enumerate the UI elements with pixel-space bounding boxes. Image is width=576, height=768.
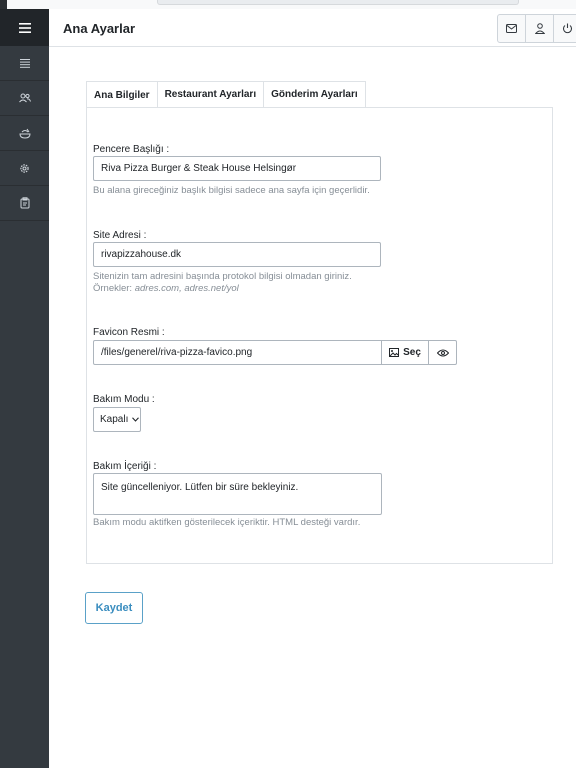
maintenance-content-textarea[interactable]: Site güncelleniyor. Lütfen bir süre bekl… — [93, 473, 382, 515]
header-actions — [497, 14, 576, 43]
sidebar-toggle[interactable] — [0, 9, 49, 46]
address-bar-edge — [157, 0, 519, 5]
site-address-label: Site Adresi : — [93, 230, 147, 241]
profile-button[interactable] — [526, 15, 554, 42]
messages-button[interactable] — [498, 15, 526, 42]
examples-prefix: Örnekler: — [93, 283, 133, 294]
sidebar-item-orders[interactable] — [0, 186, 49, 221]
sidebar-item-food[interactable] — [0, 116, 49, 151]
top-header: Ana Ayarlar — [49, 9, 576, 47]
power-icon — [562, 23, 573, 34]
food-icon — [18, 128, 31, 139]
sidebar-item-list[interactable] — [0, 46, 49, 81]
title-help: Bu alana gireceğiniz başlık bilgisi sade… — [93, 185, 370, 196]
maintenance-mode-value: Kapalı — [100, 414, 129, 425]
chevron-down-icon — [132, 415, 140, 424]
site-address-help-line2: Örnekler: adres.com, adres.net/yol — [93, 283, 352, 295]
favicon-input[interactable]: /files/generel/riva-pizza-favico.png — [93, 340, 382, 365]
sidebar-item-users[interactable] — [0, 81, 49, 116]
clipboard-icon — [20, 197, 29, 209]
list-icon — [19, 58, 30, 68]
maintenance-mode-label: Bakım Modu : — [93, 394, 155, 405]
mail-icon — [506, 24, 517, 33]
maintenance-content-label: Bakım İçeriği : — [93, 461, 157, 472]
title-label: Pencere Başlığı : — [93, 144, 170, 155]
favicon-preview-button[interactable] — [428, 340, 457, 365]
tab-gonderim-ayarlari[interactable]: Gönderim Ayarları — [263, 81, 366, 108]
tab-ana-bilgiler[interactable]: Ana Bilgiler — [86, 81, 158, 109]
hamburger-icon — [18, 22, 31, 33]
eye-icon — [436, 349, 449, 356]
top-corner — [0, 0, 7, 9]
favicon-label: Favicon Resmi : — [93, 327, 165, 338]
examples-list: adres.com, adres.net/yol — [134, 283, 239, 294]
favicon-select-button[interactable]: Seç — [381, 340, 429, 365]
save-button[interactable]: Kaydet — [85, 592, 143, 624]
title-input[interactable]: Riva Pizza Burger & Steak House Helsingø… — [93, 156, 381, 181]
sidebar — [0, 9, 49, 768]
browser-top-strip — [0, 0, 576, 9]
tab-restaurant-ayarlari[interactable]: Restaurant Ayarları — [156, 81, 265, 108]
logout-button[interactable] — [554, 15, 576, 42]
sidebar-item-settings[interactable] — [0, 151, 49, 186]
maintenance-content-help: Bakım modu aktifken gösterilecek içerikt… — [93, 517, 361, 528]
site-address-help: Sitenizin tam adresini başında protokol … — [93, 271, 352, 295]
settings-tabs: Ana Bilgiler Restaurant Ayarları Gönderi… — [86, 81, 366, 109]
maintenance-mode-select[interactable]: Kapalı — [93, 407, 141, 432]
users-icon — [18, 93, 31, 103]
favicon-select-label: Seç — [403, 347, 421, 358]
image-icon — [389, 348, 400, 357]
page-title: Ana Ayarlar — [63, 21, 136, 36]
site-address-input[interactable]: rivapizzahouse.dk — [93, 242, 381, 267]
user-icon — [534, 23, 545, 34]
gear-icon — [20, 163, 29, 173]
site-address-help-line1: Sitenizin tam adresini başında protokol … — [93, 271, 352, 282]
